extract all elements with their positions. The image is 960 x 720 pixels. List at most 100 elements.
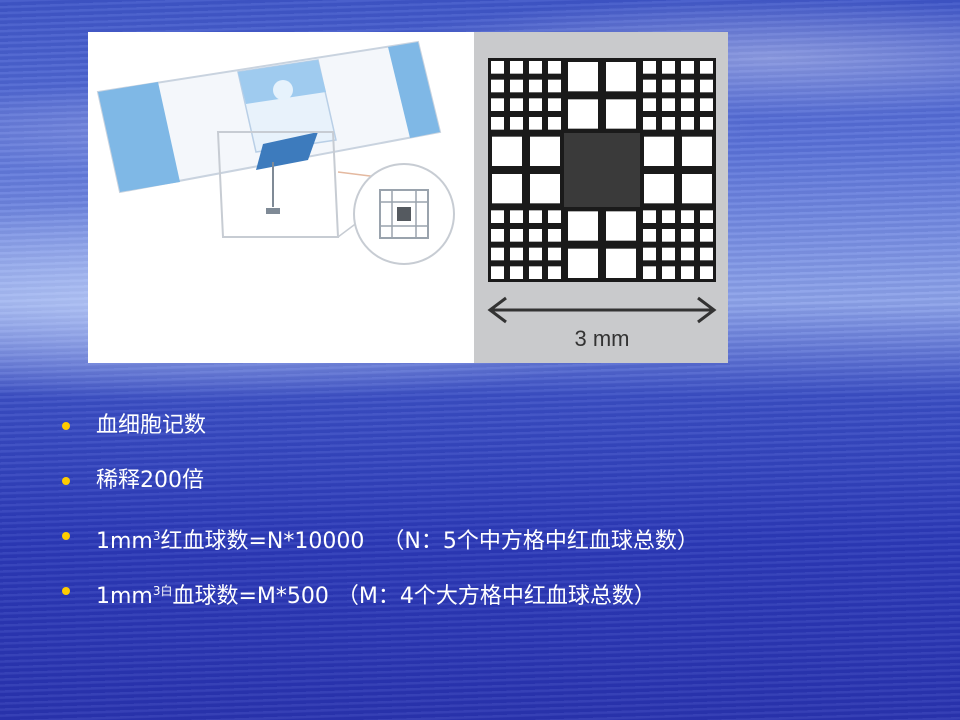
hemocytometer-figure: 3 mm (88, 32, 728, 363)
grid-square (643, 117, 656, 130)
grid-square (662, 247, 675, 261)
grid-square (529, 247, 542, 261)
grid-square (662, 61, 675, 74)
grid-square (548, 117, 561, 130)
grid-square (492, 136, 522, 166)
formula-text: 红血球数=N*10000 (160, 529, 365, 554)
grid-square (681, 247, 694, 261)
grid-square (491, 210, 504, 223)
grid-square (700, 266, 713, 279)
central-square (564, 133, 640, 207)
bullet-item-rbc-formula: 1mm3红血球数=N*10000 （N：5个中方格中红血球总数） (60, 518, 920, 573)
grid-square (510, 98, 523, 111)
grid-square (643, 79, 656, 93)
grid-square (491, 229, 504, 242)
grid-square (568, 211, 598, 241)
grid-square (681, 117, 694, 130)
grid-square (700, 247, 713, 261)
formula-superscript: 3白 (152, 584, 173, 598)
grid-square (530, 136, 560, 166)
grid-square (643, 98, 656, 111)
grid-square (681, 266, 694, 279)
grid-square (681, 79, 694, 93)
bullet-item-dilution: 稀释200倍 (60, 463, 920, 518)
grid-square (529, 117, 542, 130)
bullet-item-wbc-formula: 1mm3白血球数=M*500 （M：4个大方格中红血球总数） (60, 573, 920, 628)
grid-square (662, 210, 675, 223)
formula-text: 血球数=M*500 (172, 584, 329, 609)
grid-square (491, 117, 504, 130)
grid-square (491, 61, 504, 74)
grid-square (662, 79, 675, 93)
grid-square (491, 266, 504, 279)
grid-square (606, 211, 636, 241)
bullet-icon (62, 422, 70, 430)
grid-square (548, 98, 561, 111)
grid-square (529, 210, 542, 223)
formula-prefix: 1mm (96, 584, 153, 609)
grid-square (606, 248, 636, 278)
scale-label: 3 mm (575, 326, 630, 351)
grid-square (700, 229, 713, 242)
bullet-item-cell-count: 血细胞记数 (60, 408, 920, 463)
grid-square (606, 62, 636, 92)
grid-square (681, 98, 694, 111)
grid-square (510, 210, 523, 223)
grid-square (681, 210, 694, 223)
formula-superscript: 3 (152, 529, 161, 543)
grid-square (606, 99, 636, 129)
grid-square (662, 266, 675, 279)
grid-square (568, 248, 598, 278)
grid-square (644, 174, 674, 204)
grid-square (643, 229, 656, 242)
bullet-list: 血细胞记数 稀释200倍 1mm3红血球数=N*10000 （N：5个中方格中红血… (60, 408, 920, 628)
grid-square (510, 247, 523, 261)
grid-square (510, 61, 523, 74)
grid-square (643, 61, 656, 74)
magnified-grid-panel: 3 mm (474, 32, 728, 363)
grid-square (568, 62, 598, 92)
bullet-icon (62, 477, 70, 485)
grid-square (682, 136, 712, 166)
grid-square (530, 174, 560, 204)
grid-square (548, 266, 561, 279)
grid-square (700, 117, 713, 130)
grid-square (510, 229, 523, 242)
grid-square (681, 61, 694, 74)
grid-square (529, 266, 542, 279)
grid-square (548, 247, 561, 261)
grid-square (644, 136, 674, 166)
grid-square (681, 229, 694, 242)
grid-square (662, 117, 675, 130)
grid-square (568, 99, 598, 129)
grid-square (510, 117, 523, 130)
grid-square (548, 79, 561, 93)
grid-square (700, 61, 713, 74)
grid-square (548, 229, 561, 242)
grid-square (700, 210, 713, 223)
grid-square (548, 61, 561, 74)
bullet-icon (62, 532, 70, 540)
grid-square (682, 174, 712, 204)
grid-square (529, 229, 542, 242)
bullet-text: 血细胞记数 (96, 413, 207, 438)
grid-square (529, 79, 542, 93)
hemocytometer-illustration: 3 mm (96, 32, 728, 363)
bullet-icon (62, 587, 70, 595)
grid-square (643, 266, 656, 279)
grid-square (529, 98, 542, 111)
grid-square (662, 98, 675, 111)
grid-square (548, 210, 561, 223)
formula-note: （N：5个中方格中红血球总数） (382, 529, 699, 554)
grid-square (529, 61, 542, 74)
grid-square (662, 229, 675, 242)
grid-square (491, 98, 504, 111)
grid-square (492, 174, 522, 204)
grid-square (510, 266, 523, 279)
grid-square (510, 79, 523, 93)
counting-chamber-slide (96, 40, 455, 265)
bullet-text: 稀释200倍 (96, 468, 204, 493)
formula-note: （M：4个大方格中红血球总数） (336, 584, 656, 609)
formula-prefix: 1mm (96, 529, 153, 554)
grid-square (491, 79, 504, 93)
